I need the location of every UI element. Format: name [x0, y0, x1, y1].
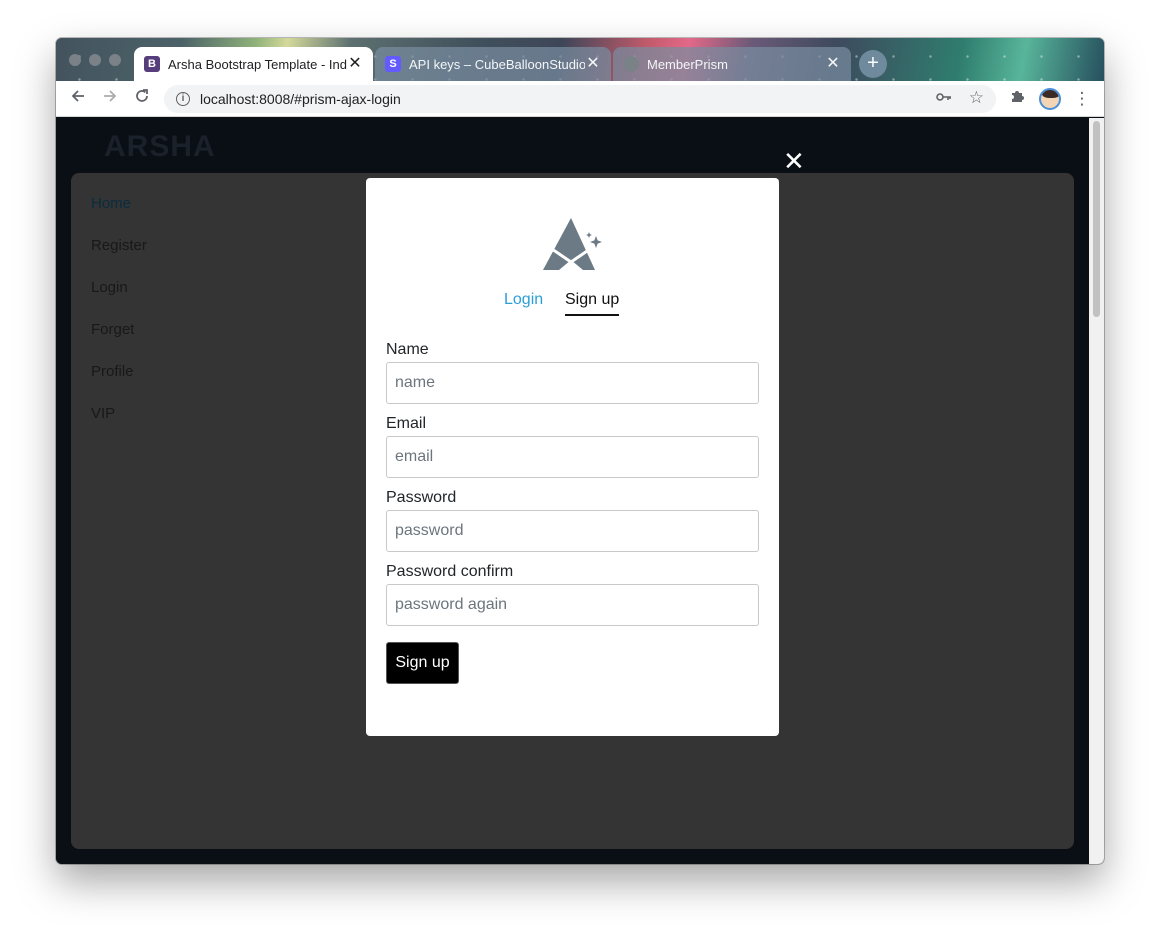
window-close-dot[interactable]: [69, 54, 81, 66]
name-label: Name: [386, 341, 429, 358]
new-tab-button[interactable]: +: [859, 50, 887, 78]
tab-title: Arsha Bootstrap Template - Index: [168, 56, 347, 72]
password-confirm-label: Password confirm: [386, 563, 514, 580]
browser-toolbar: i localhost:8008/#prism-ajax-login ☆ ⋮: [56, 81, 1104, 117]
tab-title: API keys – CubeBalloonStudio: [409, 56, 585, 72]
reload-icon[interactable]: [131, 88, 153, 110]
nav-item-profile[interactable]: Profile: [91, 363, 134, 380]
signup-modal: Login Sign up Name Email Password Passwo…: [366, 178, 779, 736]
stripe-icon: S: [385, 56, 401, 72]
name-input[interactable]: [386, 362, 759, 404]
kebab-menu-icon[interactable]: ⋮: [1071, 88, 1093, 110]
info-icon[interactable]: i: [176, 92, 190, 106]
forward-icon[interactable]: [99, 88, 121, 110]
site-logo[interactable]: ARSHA: [104, 130, 216, 164]
signup-button[interactable]: Sign up: [386, 642, 459, 684]
password-input[interactable]: [386, 510, 759, 552]
tab-title: MemberPrism: [647, 56, 728, 72]
browser-window: B Arsha Bootstrap Template - Index ✕ S A…: [56, 38, 1104, 864]
star-icon[interactable]: ☆: [969, 88, 984, 108]
scrollbar[interactable]: [1089, 118, 1104, 864]
tab-arsha[interactable]: B Arsha Bootstrap Template - Index ✕: [134, 47, 373, 81]
password-confirm-input[interactable]: [386, 584, 759, 626]
tab-signup[interactable]: Sign up: [565, 291, 620, 316]
address-bar[interactable]: i localhost:8008/#prism-ajax-login ☆: [164, 85, 996, 113]
memberprism-logo-icon: [541, 216, 605, 277]
nav-item-register[interactable]: Register: [91, 237, 147, 254]
globe-icon: [623, 56, 639, 72]
tab-login[interactable]: Login: [504, 291, 543, 314]
close-tab-icon[interactable]: ✕: [825, 56, 841, 72]
back-icon[interactable]: [67, 88, 89, 110]
page-viewport: ARSHA Home Register Login Forget Profile…: [56, 118, 1089, 864]
window-zoom-dot[interactable]: [109, 54, 121, 66]
close-tab-icon[interactable]: ✕: [585, 56, 601, 72]
nav-item-home[interactable]: Home: [91, 195, 131, 212]
scrollbar-thumb[interactable]: [1093, 121, 1100, 317]
password-label: Password: [386, 489, 457, 506]
close-tab-icon[interactable]: ✕: [347, 56, 363, 72]
bootstrap-icon: B: [144, 56, 160, 72]
email-input[interactable]: [386, 436, 759, 478]
key-icon[interactable]: [936, 90, 952, 106]
tab-api-keys[interactable]: S API keys – CubeBalloonStudio ✕: [375, 47, 611, 81]
close-icon[interactable]: ✕: [783, 148, 805, 174]
nav-item-vip[interactable]: VIP: [91, 405, 115, 422]
profile-avatar-icon[interactable]: [1039, 88, 1061, 110]
puzzle-icon[interactable]: [1006, 88, 1028, 110]
tab-strip: B Arsha Bootstrap Template - Index ✕ S A…: [56, 38, 1104, 81]
window-minimize-dot[interactable]: [89, 54, 101, 66]
tab-memberprism[interactable]: MemberPrism ✕: [613, 47, 851, 81]
nav-item-login[interactable]: Login: [91, 279, 128, 296]
email-label: Email: [386, 415, 427, 432]
nav-item-forget[interactable]: Forget: [91, 321, 134, 338]
url-text[interactable]: localhost:8008/#prism-ajax-login: [200, 91, 401, 107]
